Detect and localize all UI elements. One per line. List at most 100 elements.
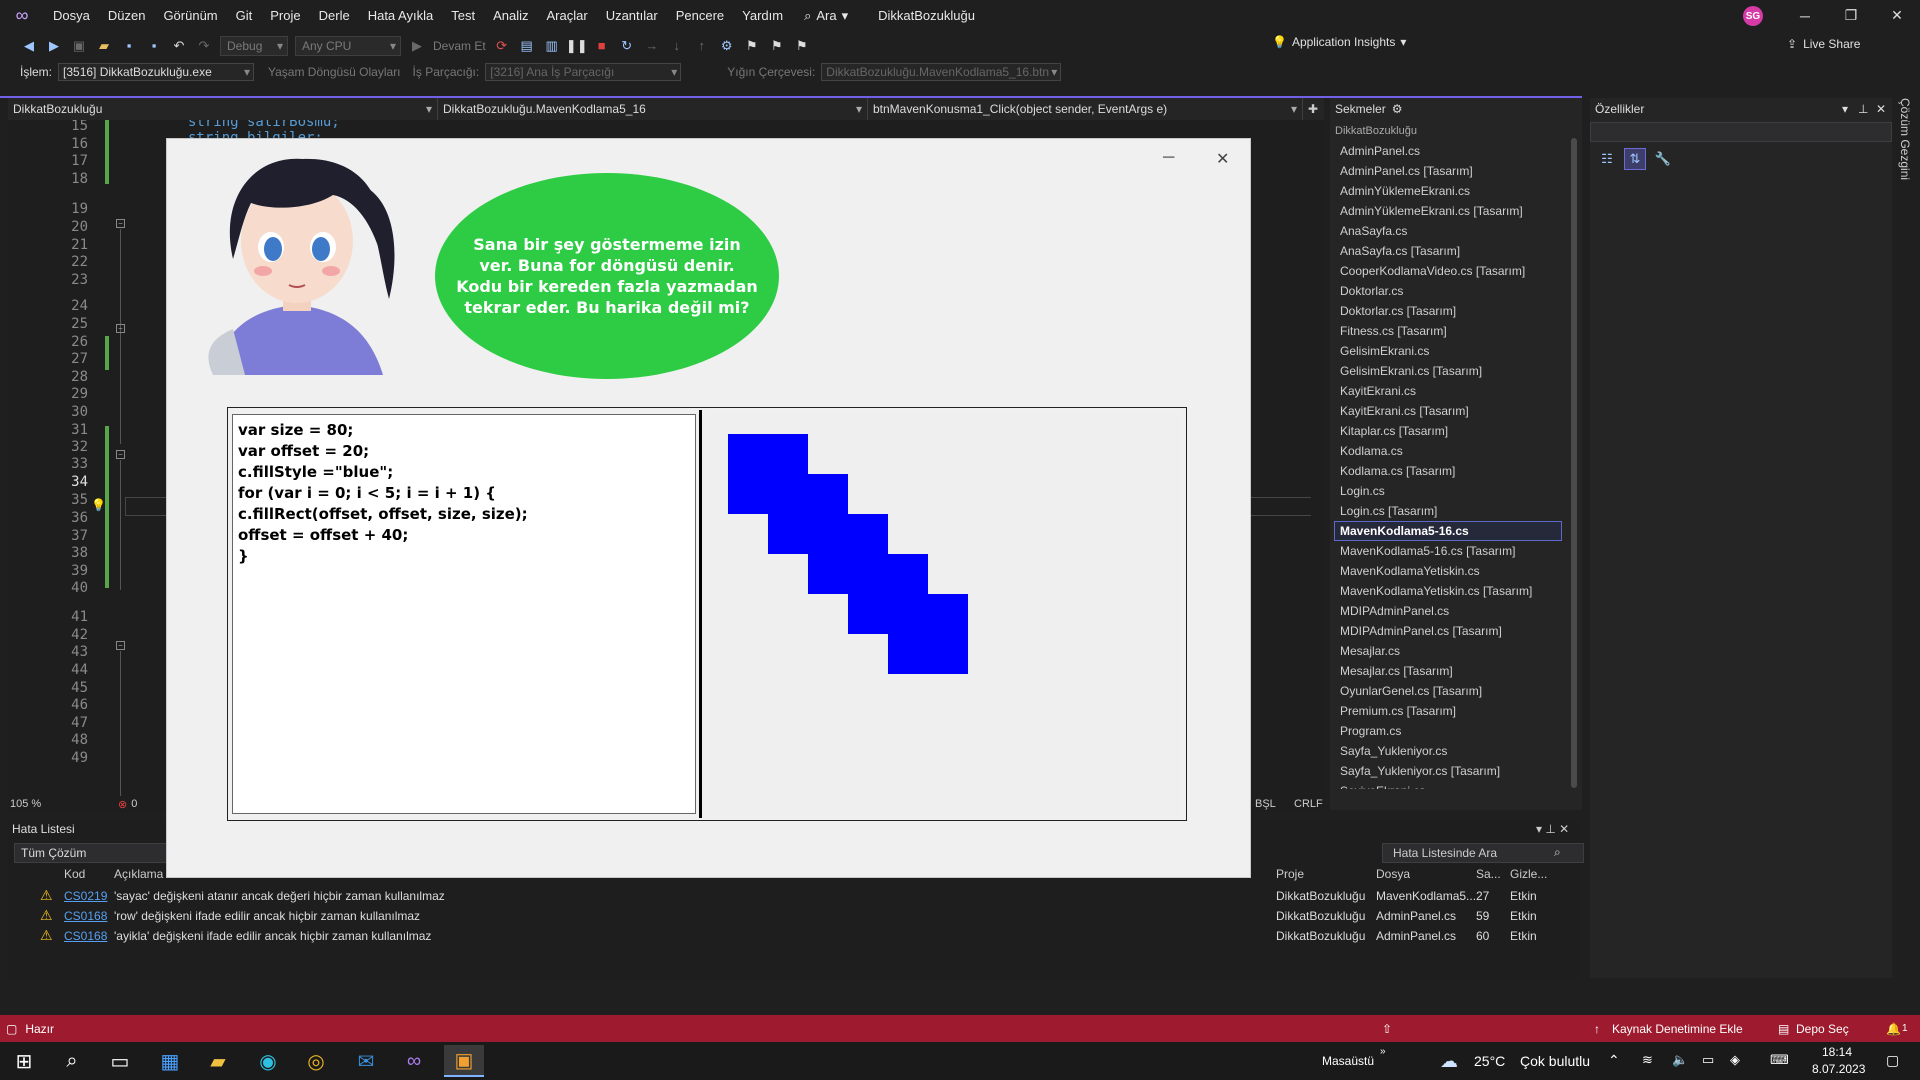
chevron-down-icon[interactable]: ▾ [1536,822,1542,836]
line-ending-indicator[interactable]: CRLF [1294,798,1323,810]
source-control-button[interactable]: Kaynak Denetimine Ekle [1612,1022,1743,1036]
error-scope-select[interactable]: Tüm Çözüm [14,843,170,863]
menu-item-12[interactable]: Yardım [733,0,792,31]
solution-explorer-tab[interactable]: Çözüm Gezgini [1898,98,1912,180]
visual-studio-icon[interactable]: ∞ [394,1045,434,1077]
edge-icon[interactable]: ◉ [248,1045,288,1077]
minimize-button[interactable]: ─ [1782,0,1828,31]
clock-date[interactable]: 8.07.2023 [1812,1062,1865,1076]
object-select[interactable] [1590,122,1892,142]
stop-icon[interactable]: ■ [593,37,611,55]
step-over-icon[interactable]: → [643,37,661,55]
thread-select[interactable]: [3216] Ana İş Parçacığı [485,63,682,81]
bookmark-prev-icon[interactable]: ⚑ [793,37,811,55]
solution-file-item[interactable]: Doktorlar.cs [1330,281,1566,301]
zoom-level[interactable]: 105 % [8,798,68,810]
menu-item-6[interactable]: Hata Ayıkla [359,0,443,31]
menu-item-0[interactable]: Dosya [44,0,99,31]
solution-root[interactable]: DikkatBozukluğu [1335,125,1417,137]
column-header-suppression[interactable]: Gizle... [1510,867,1547,881]
start-icon[interactable]: ⊞ [4,1045,44,1077]
solution-file-item[interactable]: Mesajlar.cs [1330,641,1566,661]
solution-file-item[interactable]: Sayfa_Yukleniyor.cs [Tasarım] [1330,761,1566,781]
editor-scrollbar[interactable] [1311,120,1324,796]
menu-item-9[interactable]: Araçlar [538,0,597,31]
configuration-select[interactable]: Debug [220,35,288,56]
avatar[interactable]: SG [1743,6,1763,26]
notification-center-icon[interactable]: ▢ [1886,1052,1899,1069]
solution-file-item[interactable]: Login.cs [Tasarım] [1330,501,1566,521]
fold-toggle-icon[interactable]: − [116,324,125,333]
bookmark-next-icon[interactable]: ⚑ [768,37,786,55]
store-icon[interactable]: ▦ [150,1045,190,1077]
stack-frame-select[interactable]: DikkatBozukluğu.MavenKodlama5_16.btn [821,63,1062,81]
browse-icon[interactable]: ▤ [518,37,536,55]
column-header-code[interactable]: Kod [64,867,85,881]
table-row[interactable]: ⚠ CS0168 'ayikla' değişkeni ifade edilir a… [8,926,1582,946]
undo-icon[interactable]: ↶ [170,37,188,55]
gear-icon[interactable]: ⚙ [1392,102,1403,116]
split-icon[interactable]: ✚ [1303,102,1323,116]
running-app-icon[interactable]: ▣ [444,1045,484,1077]
error-count[interactable]: 0 [131,798,137,810]
chevron-icon[interactable]: » [1380,1046,1386,1057]
search-icon[interactable]: ⌕ [1554,845,1561,860]
solution-file-item[interactable]: MavenKodlama5-16.cs [Tasarım] [1330,541,1566,561]
tray-chevron-icon[interactable]: ⌃ [1608,1052,1620,1069]
solution-file-item[interactable]: Fitness.cs [Tasarım] [1330,321,1566,341]
window-layout-icon[interactable]: ▥ [543,37,561,55]
error-code-link[interactable]: CS0219 [64,889,107,903]
diagnostic-icon[interactable]: ⚙ [718,37,736,55]
chevron-down-icon[interactable]: ▾ [1842,102,1848,116]
fold-toggle-icon[interactable]: − [116,641,125,650]
pause-icon[interactable]: ❚❚ [566,37,588,55]
restart-icon[interactable]: ↻ [618,37,636,55]
solution-file-item[interactable]: KayitEkrani.cs [1330,381,1566,401]
fold-toggle-icon[interactable]: − [116,219,125,228]
platform-select[interactable]: Any CPU [295,35,401,56]
menu-item-2[interactable]: Görünüm [154,0,226,31]
solution-file-item[interactable]: Mesajlar.cs [Tasarım] [1330,661,1566,681]
task-view-icon[interactable]: ▭ [100,1045,140,1077]
camera-icon[interactable]: ◈ [1730,1052,1740,1068]
project-dropdown[interactable]: DikkatBozukluğu [8,98,438,120]
close-icon[interactable]: ✕ [1559,822,1569,836]
wrench-icon[interactable]: 🔧 [1652,148,1674,170]
close-icon[interactable]: ✕ [1876,102,1886,116]
solution-file-item[interactable]: GelisimEkrani.cs [Tasarım] [1330,361,1566,381]
menu-item-8[interactable]: Analiz [484,0,537,31]
menu-item-5[interactable]: Derle [310,0,359,31]
solution-file-item[interactable]: AdminYüklemeEkrani.cs [Tasarım] [1330,201,1566,221]
keyboard-icon[interactable]: ⌨ [1770,1052,1789,1068]
battery-icon[interactable]: ▭ [1702,1052,1714,1068]
solution-file-item[interactable]: AdminYüklemeEkrani.cs [1330,181,1566,201]
member-dropdown[interactable]: btnMavenKonusma1_Click(object sender, Ev… [868,98,1303,120]
live-share-button[interactable]: ⇪ Live Share [1787,37,1860,51]
open-folder-icon[interactable]: ▰ [95,37,113,55]
column-header-file[interactable]: Dosya [1376,867,1410,881]
bookmark-icon[interactable]: ⚑ [743,37,761,55]
application-insights-button[interactable]: 💡 Application Insights ▾ [1272,35,1406,49]
error-code-link[interactable]: CS0168 [64,929,107,943]
chrome-icon[interactable]: ◎ [296,1045,336,1077]
repo-select-button[interactable]: Depo Seç [1796,1022,1849,1036]
lifecycle-events-button[interactable]: Yaşam Döngüsü Olayları [268,65,401,79]
save-all-icon[interactable]: ▪ [145,37,163,55]
menu-item-11[interactable]: Pencere [667,0,733,31]
file-explorer-icon[interactable]: ▰ [198,1045,238,1077]
pin-icon[interactable]: ⊥ [1545,822,1555,836]
continue-button[interactable]: Devam Et [433,39,486,53]
solution-file-item[interactable]: Program.cs [1330,721,1566,741]
solution-scrollbar[interactable] [1568,128,1580,798]
solution-file-item[interactable]: MDIPAdminPanel.cs [1330,601,1566,621]
solution-file-item[interactable]: Sayfa_Yukleniyor.cs [1330,741,1566,761]
search-icon[interactable]: ⌕ [52,1045,92,1077]
encoding-indicator[interactable]: BŞL [1255,798,1276,810]
solution-file-item[interactable]: MavenKodlamaYetiskin.cs [Tasarım] [1330,581,1566,601]
error-code-link[interactable]: CS0168 [64,909,107,923]
scroll-thumb[interactable] [1571,138,1577,788]
temperature[interactable]: 25°C [1474,1053,1505,1069]
solution-file-item[interactable]: GelisimEkrani.cs [1330,341,1566,361]
solution-file-item[interactable]: AdminPanel.cs [1330,141,1566,161]
mail-icon[interactable]: ✉ [346,1045,386,1077]
